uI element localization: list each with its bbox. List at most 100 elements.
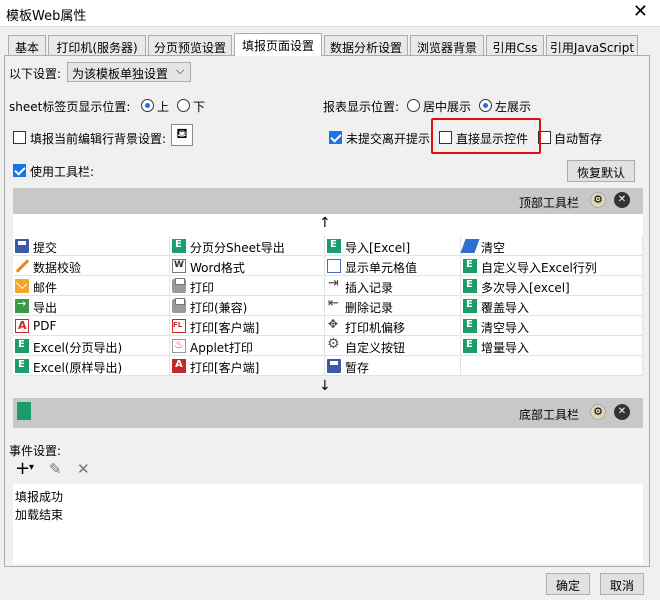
toolbar-grid-item[interactable]: 导出: [13, 296, 170, 316]
toolbar-grid-item[interactable]: Word格式: [170, 256, 325, 276]
toolbar-grid-item[interactable]: Excel(分页导出): [13, 336, 170, 356]
toolbar-grid-item-label: 自定义导入Excel行列: [481, 261, 597, 275]
toolbar-grid-item-label: 删除记录: [345, 301, 394, 315]
edit-icon[interactable]: ✎: [49, 460, 62, 478]
toolbar-grid-item[interactable]: 显示单元格值: [325, 256, 461, 276]
toolbar-grid-item[interactable]: 多次导入[excel]: [461, 276, 643, 296]
toolbar-grid-item[interactable]: 插入记录: [325, 276, 461, 296]
toolbar-grid-item-label: 导出: [33, 301, 58, 315]
toolbar-grid-item[interactable]: 删除记录: [325, 296, 461, 316]
paint-bucket-icon[interactable]: ⛾: [171, 124, 193, 146]
radio-report-center-label: 居中展示: [423, 100, 472, 114]
toolbar-grid-item[interactable]: 数据校验: [13, 256, 170, 276]
tab-fill-page[interactable]: 填报页面设置: [234, 33, 322, 56]
toolbar-grid-item-label: 分页分Sheet导出: [190, 241, 285, 255]
toolbar-grid-item-label: 自定义按钮: [345, 341, 406, 355]
toolbar-grid-item-label: Word格式: [190, 261, 245, 275]
sheet-pos-label: sheet标签页显示位置:: [9, 100, 131, 114]
save-icon: [327, 359, 341, 373]
fill-bg-checkbox[interactable]: [13, 131, 26, 144]
scope-label: 以下设置:: [9, 67, 62, 81]
toolbar-grid-item[interactable]: 暂存: [325, 356, 461, 376]
event-list[interactable]: 填报成功 加载结束: [13, 484, 643, 564]
tab-javascript[interactable]: 引用JavaScript: [546, 35, 638, 55]
toolbar-grid-item-label: 导入[Excel]: [345, 241, 411, 255]
insert-row-icon: [327, 276, 341, 293]
delete-icon[interactable]: ✕: [77, 460, 90, 478]
tab-browser-bg[interactable]: 浏览器背景: [410, 35, 484, 55]
close-icon[interactable]: ✕: [614, 404, 630, 420]
toolbar-grid-item[interactable]: 打印机偏移: [325, 316, 461, 336]
mail-icon: [15, 279, 29, 293]
bottom-toolbar-band: 底部工具栏 ⚙ ✕: [13, 398, 643, 428]
toolbar-grid-item-label: 多次导入[excel]: [481, 281, 570, 295]
top-toolbar-band: 顶部工具栏 ⚙ ✕: [13, 188, 643, 214]
toolbar-grid-item-label: 清空: [481, 241, 506, 255]
toolbar-grid-item-label: Excel(分页导出): [33, 341, 123, 355]
cancel-button[interactable]: 取消: [600, 573, 644, 595]
ok-button[interactable]: 确定: [546, 573, 590, 595]
event-item[interactable]: 加载结束: [15, 506, 63, 523]
printer-icon: [172, 298, 186, 313]
toolbar-grid-item[interactable]: PDF: [13, 316, 170, 336]
arrow-down-icon[interactable]: ↓: [319, 378, 331, 394]
gear-icon[interactable]: ⚙: [590, 192, 606, 208]
radio-report-center[interactable]: [407, 99, 420, 112]
tab-css[interactable]: 引用Css: [486, 35, 544, 55]
restore-default-button[interactable]: 恢复默认: [567, 160, 635, 182]
toolbar-grid-item[interactable]: 打印[客户端]: [170, 356, 325, 376]
excel-icon: [15, 359, 29, 373]
toolbar-grid-item[interactable]: 覆盖导入: [461, 296, 643, 316]
gear-icon[interactable]: ⚙: [590, 404, 606, 420]
toolbar-grid-item[interactable]: 自定义导入Excel行列: [461, 256, 643, 276]
pencil-icon: [15, 259, 29, 273]
toolbar-grid-item[interactable]: 清空导入: [461, 316, 643, 336]
arrow-up-icon[interactable]: ↑: [319, 215, 331, 231]
caret-down-icon[interactable]: ▾: [29, 462, 34, 473]
scope-select[interactable]: 为该模板单独设置 ⌵: [67, 62, 191, 82]
save-icon: [15, 239, 29, 253]
pdf-print-icon: [172, 359, 186, 373]
gear-icon: [327, 336, 341, 353]
excel-icon[interactable]: [17, 402, 31, 420]
toolbar-grid-item[interactable]: 自定义按钮: [325, 336, 461, 356]
toolbar-grid-item-label: Excel(原样导出): [33, 361, 123, 375]
toolbar-grid-item-label: PDF: [33, 319, 57, 333]
toolbar-grid-item[interactable]: 导入[Excel]: [325, 236, 461, 256]
toolbar-grid-item-label: 打印[客户端]: [190, 361, 260, 375]
tab-basic[interactable]: 基本: [8, 35, 46, 55]
excel-icon: [463, 339, 477, 353]
add-icon[interactable]: +: [15, 458, 30, 479]
toolbar-grid-item-label: 显示单元格值: [345, 261, 418, 275]
toolbar-grid-item[interactable]: 打印[客户端]: [170, 316, 325, 336]
toolbar-grid-item[interactable]: 邮件: [13, 276, 170, 296]
toolbar-grid-item[interactable]: 增量导入: [461, 336, 643, 356]
toolbar-grid-item[interactable]: 分页分Sheet导出: [170, 236, 325, 256]
excel-icon: [463, 279, 477, 293]
tab-page-preview[interactable]: 分页预览设置: [148, 35, 232, 55]
toolbar-grid-item-label: 打印(兼容): [190, 301, 248, 315]
toolbar-grid-item[interactable]: 提交: [13, 236, 170, 256]
toolbar-grid-item[interactable]: 打印(兼容): [170, 296, 325, 316]
close-icon[interactable]: ✕: [633, 3, 648, 21]
toolbar-grid-item[interactable]: Applet打印: [170, 336, 325, 356]
radio-sheet-bottom[interactable]: [177, 99, 190, 112]
toolbar-grid-item[interactable]: 打印: [170, 276, 325, 296]
toolbar-grid-item-label: 增量导入: [481, 341, 530, 355]
toolbar-grid-item[interactable]: 清空: [460, 236, 643, 256]
radio-report-left[interactable]: [479, 99, 492, 112]
radio-sheet-top[interactable]: [141, 99, 154, 112]
toolbar-grid-item-label: 插入记录: [345, 281, 394, 295]
window-title: 模板Web属性: [6, 9, 87, 24]
toolbar-item-grid: 提交分页分Sheet导出导入[Excel]清空数据校验Word格式显示单元格值自…: [13, 236, 643, 376]
use-toolbar-label: 使用工具栏:: [30, 165, 95, 179]
tab-printer[interactable]: 打印机(服务器): [48, 35, 146, 55]
use-toolbar-checkbox[interactable]: [13, 164, 26, 177]
unsubmitted-checkbox[interactable]: [329, 131, 342, 144]
event-item[interactable]: 填报成功: [15, 488, 63, 505]
radio-sheet-bottom-label: 下: [193, 100, 206, 114]
toolbar-grid-item[interactable]: Excel(原样导出): [13, 356, 170, 376]
tab-data-analysis[interactable]: 数据分析设置: [324, 35, 408, 55]
close-icon[interactable]: ✕: [614, 192, 630, 208]
chevron-down-icon: ⌵: [176, 64, 185, 77]
